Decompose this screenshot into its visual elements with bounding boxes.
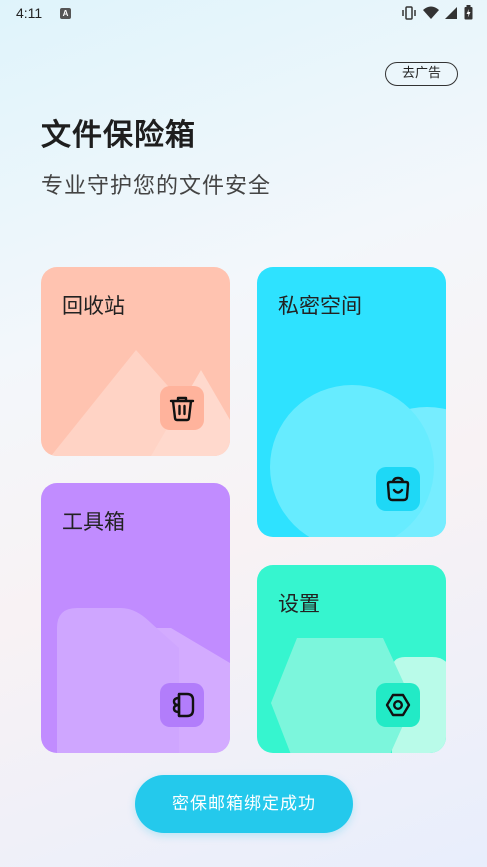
trash-icon [160, 386, 204, 430]
email-bound-button[interactable]: 密保邮箱绑定成功 [135, 775, 353, 833]
status-bar: 4:11 A [0, 0, 487, 28]
recycle-bin-label: 回收站 [62, 294, 125, 318]
wifi-icon [423, 6, 439, 19]
toolbox-icon [160, 683, 204, 727]
vibrate-icon [402, 5, 416, 20]
page-subtitle: 专业守护您的文件安全 [41, 174, 272, 199]
toolbox-card[interactable]: 工具箱 [41, 483, 230, 753]
recycle-bin-card[interactable]: 回收站 [41, 267, 230, 456]
bag-icon [376, 467, 420, 511]
status-time: 4:11 [16, 5, 43, 21]
toolbox-label: 工具箱 [62, 510, 125, 534]
settings-card[interactable]: 设置 [257, 565, 446, 753]
private-space-label: 私密空间 [278, 294, 362, 318]
remove-ads-button[interactable]: 去广告 [385, 62, 458, 86]
settings-label: 设置 [278, 592, 320, 616]
notification-badge-icon: A [60, 8, 71, 19]
status-icons [401, 5, 473, 20]
page-title: 文件保险箱 [41, 118, 196, 153]
gear-icon [376, 683, 420, 727]
signal-icon [445, 6, 457, 19]
private-space-card[interactable]: 私密空间 [257, 267, 446, 537]
battery-icon [464, 5, 473, 20]
